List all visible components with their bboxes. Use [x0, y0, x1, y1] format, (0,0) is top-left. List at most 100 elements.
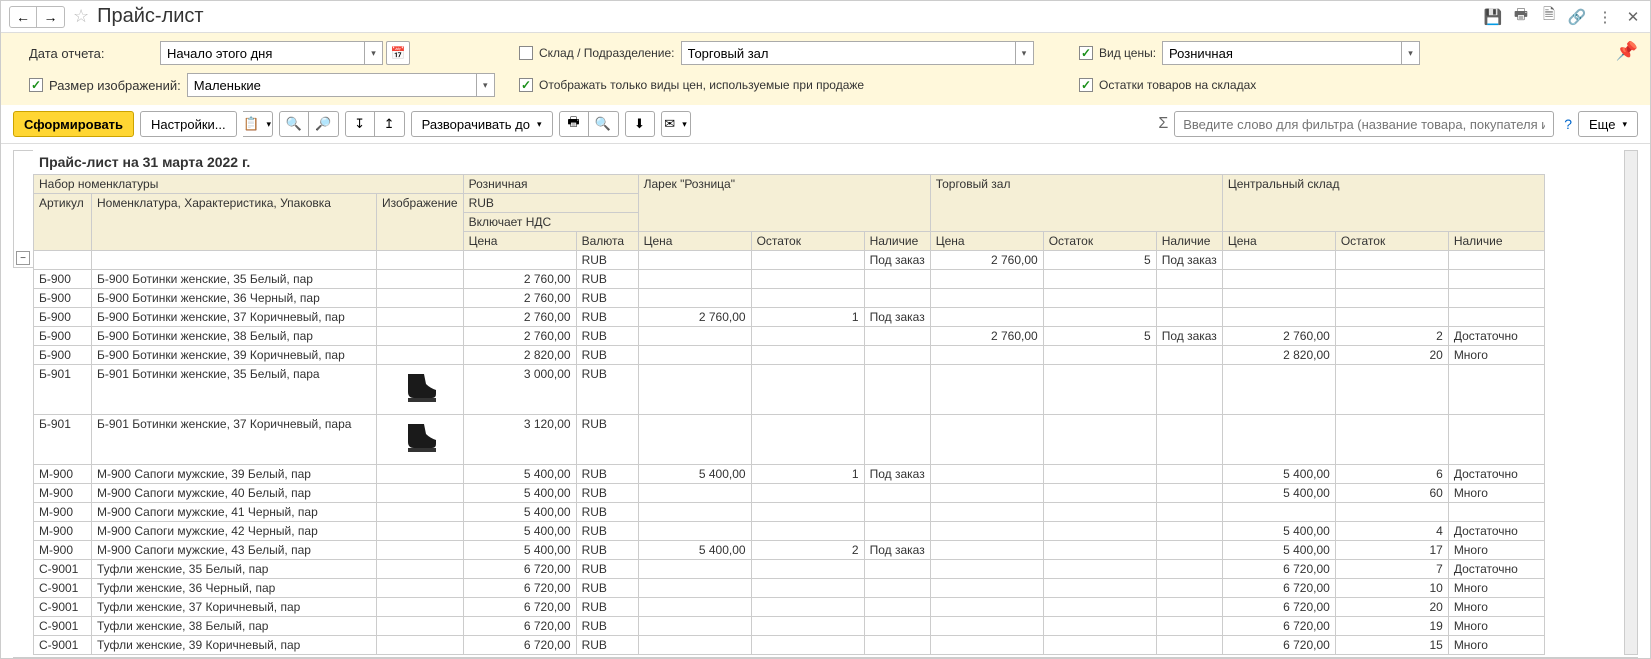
cell-cs-ost: 15	[1335, 636, 1448, 655]
sigma-icon[interactable]: Σ	[1158, 115, 1168, 133]
cell-lr-nal	[864, 346, 930, 365]
price-type-input[interactable]	[1162, 41, 1402, 65]
table-row[interactable]: М-900 М-900 Сапоги мужские, 41 Черный, п…	[34, 503, 1545, 522]
filter-stock: Остатки товаров на складах	[1079, 73, 1256, 97]
cell-cs-nal: Много	[1448, 579, 1544, 598]
warehouse-input[interactable]	[681, 41, 1016, 65]
table-row[interactable]: Б-900 Б-900 Ботинки женские, 35 Белый, п…	[34, 270, 1545, 289]
cell-tz-price	[930, 365, 1043, 415]
table-row[interactable]: С-9001 Туфли женские, 38 Белый, пар 6 72…	[34, 617, 1545, 636]
cell-cur: RUB	[576, 503, 638, 522]
expand-button[interactable]: ↥	[375, 111, 405, 137]
generate-button[interactable]: Сформировать	[13, 111, 134, 137]
warehouse-label: Склад / Подразделение:	[539, 46, 675, 60]
table-row[interactable]: М-900 М-900 Сапоги мужские, 39 Белый, па…	[34, 465, 1545, 484]
stock-checkbox[interactable]	[1079, 78, 1093, 92]
send-button[interactable]: ✉	[661, 111, 691, 137]
cell-lr-nal	[864, 365, 930, 415]
price-type-checkbox[interactable]	[1079, 46, 1093, 60]
table-row[interactable]: С-9001 Туфли женские, 39 Коричневый, пар…	[34, 636, 1545, 655]
img-size-checkbox[interactable]	[29, 78, 43, 92]
vertical-scrollbar[interactable]	[1624, 150, 1638, 655]
img-size-dropdown-icon[interactable]: ▾	[477, 73, 495, 97]
cell-cs-ost: 6	[1335, 465, 1448, 484]
cell-cur: RUB	[576, 346, 638, 365]
date-dropdown-icon[interactable]: ▾	[365, 41, 383, 65]
cell-lr-nal	[864, 289, 930, 308]
summary-row[interactable]: RUB Под заказ 2 760,00 5 Под заказ	[34, 251, 1545, 270]
find-button[interactable]: 🔍	[279, 111, 309, 137]
preview-button[interactable]: 🔍	[589, 111, 619, 137]
horizontal-scrollbar[interactable]	[13, 657, 1638, 658]
cell-nom: М-900 Сапоги мужские, 40 Белый, пар	[92, 484, 377, 503]
cell-cs-ost: 7	[1335, 560, 1448, 579]
save-button[interactable]: ⬇	[625, 111, 655, 137]
img-size-input[interactable]	[187, 73, 477, 97]
table-row[interactable]: С-9001 Туфли женские, 35 Белый, пар 6 72…	[34, 560, 1545, 579]
more-icon[interactable]: ⋮	[1596, 8, 1614, 26]
cell-cs-price	[1222, 270, 1335, 289]
cell-cs-price	[1222, 415, 1335, 465]
only-sale-checkbox[interactable]	[519, 78, 533, 92]
favorite-star-icon[interactable]: ☆	[73, 6, 89, 27]
warehouse-checkbox[interactable]	[519, 46, 533, 60]
table-row[interactable]: Б-900 Б-900 Ботинки женские, 37 Коричнев…	[34, 308, 1545, 327]
cell-cs-price: 2 820,00	[1222, 346, 1335, 365]
back-button[interactable]: ←	[9, 6, 37, 28]
tree-collapse-icon[interactable]: −	[16, 251, 30, 265]
date-input[interactable]	[160, 41, 365, 65]
collapse-button[interactable]: ↧	[345, 111, 375, 137]
preview-icon[interactable]: 🗎	[1540, 8, 1558, 26]
filter-input[interactable]	[1174, 111, 1554, 137]
settings-button[interactable]: Настройки...	[140, 111, 237, 137]
table-row[interactable]: С-9001 Туфли женские, 36 Черный, пар 6 7…	[34, 579, 1545, 598]
cell-nom: Б-901 Ботинки женские, 35 Белый, пара	[92, 365, 377, 415]
pin-icon[interactable]: 📌	[1616, 41, 1638, 62]
cell-price: 5 400,00	[463, 541, 576, 560]
close-icon[interactable]: ✕	[1624, 8, 1642, 26]
titlebar: ← → ☆ Прайс-лист 💾 🖶 🗎 🔗 ⋮ ✕	[1, 1, 1650, 33]
table-row[interactable]: Б-901 Б-901 Ботинки женские, 35 Белый, п…	[34, 365, 1545, 415]
table-row[interactable]: М-900 М-900 Сапоги мужские, 40 Белый, па…	[34, 484, 1545, 503]
table-row[interactable]: С-9001 Туфли женские, 37 Коричневый, пар…	[34, 598, 1545, 617]
cell-tz-ost	[1043, 346, 1156, 365]
cell-cs-price: 6 720,00	[1222, 636, 1335, 655]
cell-cs-ost: 20	[1335, 598, 1448, 617]
cell-tz-price	[930, 270, 1043, 289]
find-next-button[interactable]: 🔎	[309, 111, 339, 137]
table-row[interactable]: Б-900 Б-900 Ботинки женские, 38 Белый, п…	[34, 327, 1545, 346]
cell-cur: RUB	[576, 598, 638, 617]
cell-cs-nal: Много	[1448, 541, 1544, 560]
cell-price: 5 400,00	[463, 503, 576, 522]
price-type-dropdown-icon[interactable]: ▾	[1402, 41, 1420, 65]
cell-cs-price: 5 400,00	[1222, 541, 1335, 560]
cell-price: 2 820,00	[463, 346, 576, 365]
cell-price: 2 760,00	[463, 270, 576, 289]
calendar-icon[interactable]: 📅	[386, 41, 410, 65]
print-button[interactable]: 🖶	[559, 111, 589, 137]
cell-art: М-900	[34, 541, 92, 560]
cell-cs-price: 6 720,00	[1222, 579, 1335, 598]
table-row[interactable]: Б-901 Б-901 Ботинки женские, 37 Коричнев…	[34, 415, 1545, 465]
print-icon[interactable]: 🖶	[1512, 8, 1530, 26]
cell-cs-ost	[1335, 308, 1448, 327]
expand-to-button[interactable]: Разворачивать до	[411, 111, 553, 137]
table-row[interactable]: М-900 М-900 Сапоги мужские, 43 Белый, па…	[34, 541, 1545, 560]
cell-lr-nal: Под заказ	[864, 308, 930, 327]
link-icon[interactable]: 🔗	[1568, 8, 1586, 26]
cell-cs-nal: Достаточно	[1448, 560, 1544, 579]
variants-button[interactable]: 📋	[243, 111, 273, 137]
forward-button[interactable]: →	[37, 6, 65, 28]
more-button[interactable]: Еще	[1578, 111, 1638, 137]
help-icon[interactable]: ?	[1564, 116, 1572, 132]
warehouse-dropdown-icon[interactable]: ▾	[1016, 41, 1034, 65]
table-row[interactable]: Б-900 Б-900 Ботинки женские, 39 Коричнев…	[34, 346, 1545, 365]
hdr-cs: Центральный склад	[1222, 175, 1544, 232]
table-row[interactable]: М-900 М-900 Сапоги мужские, 42 Черный, п…	[34, 522, 1545, 541]
cell-cur: RUB	[576, 636, 638, 655]
table-row[interactable]: Б-900 Б-900 Ботинки женские, 36 Черный, …	[34, 289, 1545, 308]
filters-panel: 📌 Дата отчета: ▾ 📅 Склад / Подразделение…	[1, 33, 1650, 105]
cell-tz-nal	[1156, 270, 1222, 289]
save-icon[interactable]: 💾	[1484, 8, 1502, 26]
cell-lr-price	[638, 636, 751, 655]
